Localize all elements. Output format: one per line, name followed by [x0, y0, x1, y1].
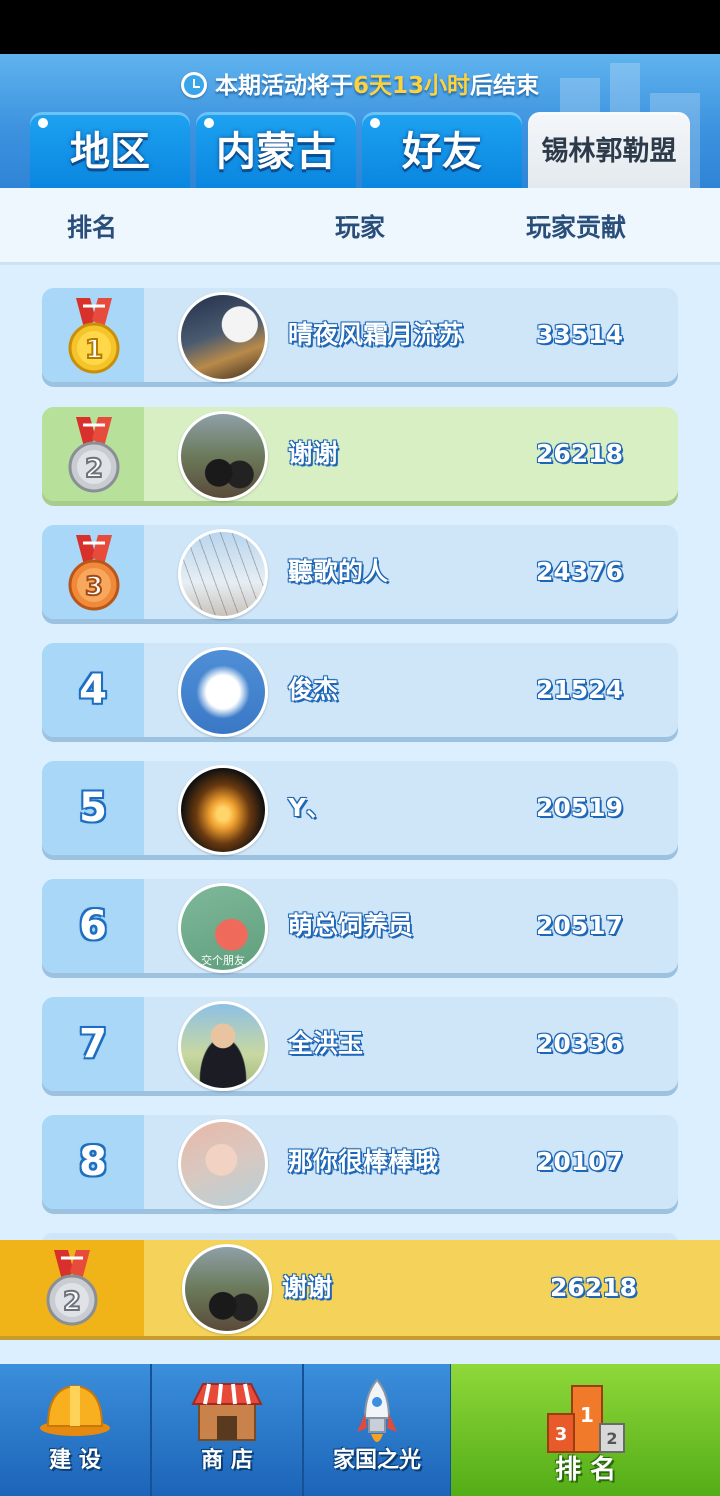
player-name: 全洪玉 [288, 1029, 364, 1058]
player-score: 21524 [536, 675, 623, 704]
my-name: 谢谢 [282, 1273, 333, 1302]
player-avatar[interactable] [178, 765, 268, 855]
nav-build[interactable]: 建 设 [0, 1364, 152, 1496]
tab-region[interactable]: 地区 [30, 112, 190, 188]
player-avatar[interactable]: 交个朋友 [178, 883, 268, 973]
player-name: 谢谢 [288, 439, 339, 468]
hard-hat-icon [40, 1384, 110, 1436]
tab-label: 好友 [402, 129, 482, 175]
rank-number: 6 [79, 903, 107, 949]
player-avatar[interactable] [178, 529, 268, 619]
player-score: 24376 [536, 557, 623, 586]
player-score: 20107 [536, 1147, 623, 1176]
rank-number: 5 [79, 785, 107, 831]
countdown-remaining: 6天13小时 [352, 73, 470, 99]
medal-number: 1 [85, 335, 103, 365]
player-score: 33514 [536, 320, 623, 349]
svg-text:1: 1 [580, 1403, 594, 1427]
rank-cell: 6 [42, 879, 144, 973]
my-rank-cell: 2 [0, 1240, 144, 1336]
countdown-suffix: 后结束 [470, 73, 539, 99]
bronze-medal-icon: 3 [68, 535, 120, 611]
tab-label: 锡林郭勒盟 [541, 136, 677, 167]
ranking-row[interactable]: 4 俊杰 21524 [42, 643, 678, 737]
player-avatar[interactable] [178, 1001, 268, 1091]
tab-label: 地区 [70, 129, 150, 175]
rank-cell: 1 [42, 288, 144, 382]
nav-label: 商 店 [201, 1448, 253, 1473]
medal-number: 2 [63, 1287, 81, 1317]
rank-number: 8 [79, 1139, 107, 1185]
player-name: 萌总饲养员 [288, 911, 414, 940]
ranking-row[interactable]: 1 晴夜风霜月流苏 33514 [42, 288, 678, 382]
my-rank-bar[interactable]: 2 谢谢 26218 [0, 1240, 720, 1336]
silver-medal-icon: 2 [68, 417, 120, 493]
player-name: Y、 [288, 793, 332, 822]
nav-spacer [0, 1340, 720, 1364]
ranking-row[interactable]: 2 谢谢 26218 [42, 407, 678, 501]
medal-number: 2 [85, 454, 103, 484]
player-score: 20336 [536, 1029, 623, 1058]
nav-label: 家国之光 [332, 1448, 421, 1473]
rank-cell: 3 [42, 525, 144, 619]
ranking-row[interactable]: 3 聽歌的人 24376 [42, 525, 678, 619]
my-score: 26218 [550, 1273, 637, 1302]
player-name: 俊杰 [288, 675, 339, 704]
player-avatar[interactable] [178, 292, 268, 382]
rank-number: 7 [79, 1021, 107, 1067]
bottom-navigation: 建 设 商 店 家国之光 1 3 2 排 名 [0, 1364, 720, 1496]
event-countdown: 本期活动将于6天13小时后结束 [0, 66, 720, 100]
countdown-prefix: 本期活动将于 [214, 73, 353, 99]
ranking-list[interactable]: 1 晴夜风霜月流苏 33514 2 谢谢 26218 3 聽歌的人 24376 … [0, 265, 720, 1253]
nav-label: 建 设 [49, 1448, 101, 1473]
tab-inner-mongolia[interactable]: 内蒙古 [196, 112, 356, 188]
nav-label: 排 名 [554, 1455, 617, 1485]
svg-text:2: 2 [606, 1429, 617, 1448]
player-name: 聽歌的人 [288, 557, 389, 586]
gold-medal-icon: 1 [68, 298, 120, 374]
nav-national-glory[interactable]: 家国之光 [304, 1364, 452, 1496]
clock-icon [180, 72, 207, 98]
player-name: 那你很棒棒哦 [288, 1147, 439, 1176]
nav-shop[interactable]: 商 店 [152, 1364, 304, 1496]
header: 本期活动将于6天13小时后结束 地区 内蒙古 好友 锡林郭勒盟 [0, 54, 720, 188]
ranking-row[interactable]: 5 Y、 20519 [42, 761, 678, 855]
tab-friends[interactable]: 好友 [362, 112, 522, 188]
silver-medal-icon: 2 [46, 1250, 98, 1326]
player-score: 20517 [536, 911, 623, 940]
podium-icon: 1 3 2 [546, 1385, 625, 1453]
tab-dot-icon [204, 118, 214, 128]
rank-cell: 4 [42, 643, 144, 737]
svg-text:3: 3 [554, 1424, 567, 1445]
ranking-column-header: 排名 玩家 玩家贡献 [0, 188, 720, 265]
player-avatar[interactable] [178, 647, 268, 737]
tab-dot-icon [370, 118, 380, 128]
column-player: 玩家 [335, 213, 386, 242]
rank-number: 4 [79, 667, 107, 713]
shop-icon [191, 1383, 263, 1441]
column-rank: 排名 [67, 213, 118, 242]
my-avatar[interactable] [182, 1244, 272, 1334]
avatar-caption: 交个朋友 [201, 954, 245, 967]
player-score: 20519 [536, 793, 623, 822]
player-avatar[interactable] [178, 411, 268, 501]
player-avatar[interactable] [178, 1119, 268, 1209]
rank-cell: 8 [42, 1115, 144, 1209]
medal-number: 3 [85, 572, 103, 602]
tab-dot-icon [38, 118, 48, 128]
rank-cell: 7 [42, 997, 144, 1091]
column-contribution: 玩家贡献 [526, 213, 627, 242]
rank-cell: 2 [42, 407, 144, 501]
status-bar [0, 0, 720, 54]
ranking-row[interactable]: 6 交个朋友 萌总饲养员 20517 [42, 879, 678, 973]
player-name: 晴夜风霜月流苏 [288, 320, 464, 349]
tab-label: 内蒙古 [216, 129, 336, 175]
ranking-row[interactable]: 8 那你很棒棒哦 20107 [42, 1115, 678, 1209]
ranking-row[interactable]: 7 全洪玉 20336 [42, 997, 678, 1091]
nav-ranking[interactable]: 1 3 2 排 名 [451, 1364, 720, 1496]
rank-cell: 5 [42, 761, 144, 855]
rocket-icon [357, 1378, 397, 1442]
player-score: 26218 [536, 439, 623, 468]
tab-xilingol[interactable]: 锡林郭勒盟 [528, 112, 690, 188]
